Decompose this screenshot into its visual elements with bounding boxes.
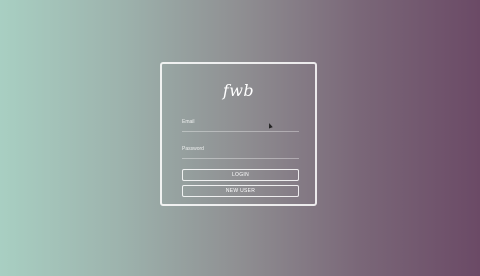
app-logo: fwb <box>222 81 255 100</box>
password-input[interactable] <box>182 144 299 158</box>
new-user-button[interactable]: NEW USER <box>182 185 299 197</box>
password-field[interactable]: Password <box>182 144 299 159</box>
email-field[interactable]: Email <box>182 117 299 132</box>
email-input[interactable] <box>182 117 299 131</box>
login-card: fwb Email Password LOGIN NEW USER <box>160 62 317 206</box>
login-button[interactable]: LOGIN <box>182 169 299 181</box>
